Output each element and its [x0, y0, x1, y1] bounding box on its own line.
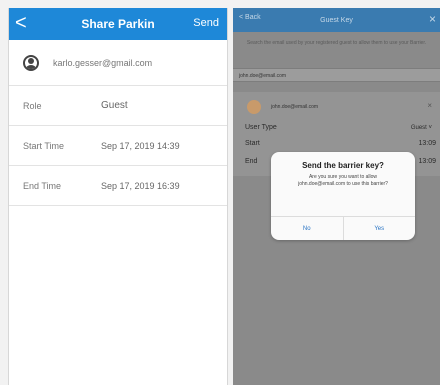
user-row[interactable]: karlo.gesser@gmail.com — [9, 40, 227, 86]
user-email: karlo.gesser@gmail.com — [53, 57, 153, 68]
user-type-select[interactable]: Guest ˅ — [411, 125, 432, 131]
remove-icon[interactable]: × — [427, 101, 432, 110]
dialog-message: Are you sure you want to allow john.doe@… — [298, 174, 388, 187]
back-button[interactable]: < Back — [239, 14, 261, 21]
guest-email: john.doe@email.com — [271, 104, 319, 110]
user-type-label: User Type — [245, 124, 277, 131]
dialog-title: Send the barrier key? — [302, 161, 384, 170]
guest-key-screen: < Back Guest Key × Search the email used… — [233, 8, 440, 385]
avatar — [247, 100, 261, 114]
search-input[interactable]: john.doe@email.com — [233, 68, 440, 82]
role-row[interactable]: Role Guest — [9, 86, 227, 126]
send-button[interactable]: Send — [193, 17, 219, 29]
no-button[interactable]: No — [271, 217, 344, 240]
nav-bar: < Share Parkin Send — [9, 8, 227, 40]
nav-bar: < Back Guest Key × — [233, 8, 440, 32]
end-value[interactable]: 13:09 — [418, 158, 436, 165]
confirm-dialog: Send the barrier key? Are you sure you w… — [271, 152, 415, 240]
page-title: Share Parkin — [81, 17, 155, 31]
page-title: Guest Key — [320, 16, 353, 24]
back-chevron-icon[interactable]: < — [15, 12, 33, 36]
start-label: Start — [245, 140, 260, 147]
screenshot-stage: < Share Parkin Send karlo.gesser@gmail.c… — [0, 0, 440, 385]
role-value: Guest — [101, 100, 128, 111]
start-time-label: Start Time — [23, 140, 65, 151]
user-circle-icon — [23, 54, 39, 71]
start-time-value: Sep 17, 2019 14:39 — [101, 140, 180, 151]
start-value[interactable]: 13:09 — [418, 140, 436, 147]
instructions-text: Search the email used by your registered… — [246, 40, 427, 46]
role-label: Role — [23, 100, 42, 111]
start-time-row[interactable]: Start Time Sep 17, 2019 14:39 — [9, 126, 227, 166]
end-time-row[interactable]: End Time Sep 17, 2019 16:39 — [9, 166, 227, 206]
share-parkin-screen: < Share Parkin Send karlo.gesser@gmail.c… — [8, 8, 228, 385]
close-icon[interactable]: × — [429, 12, 436, 26]
dialog-buttons: No Yes — [271, 216, 415, 240]
end-time-value: Sep 17, 2019 16:39 — [101, 180, 180, 191]
yes-button[interactable]: Yes — [344, 217, 416, 240]
end-label: End — [245, 158, 258, 165]
end-time-label: End Time — [23, 180, 62, 191]
